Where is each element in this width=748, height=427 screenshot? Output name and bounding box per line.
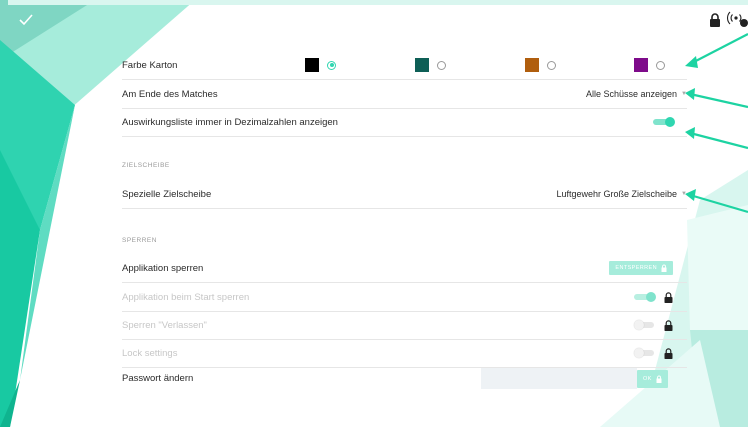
end-of-match-value: Alle Schüsse anzeigen <box>585 89 678 99</box>
lock-exit-toggle[interactable] <box>634 320 656 330</box>
lock-app-row: Applikation sperren ENTSPERREN <box>122 254 687 283</box>
lock-settings-row: Lock settings <box>122 339 687 368</box>
lock-section-title: SPERREN <box>122 237 157 244</box>
checkmark-icon[interactable] <box>19 14 33 26</box>
color-swatch <box>415 58 429 72</box>
end-of-match-row[interactable]: Am Ende des Matches Alle Schüsse anzeige… <box>122 80 687 109</box>
color-radio[interactable] <box>437 60 446 70</box>
color-option-teal[interactable] <box>415 58 446 72</box>
lock-on-start-toggle[interactable] <box>634 292 656 302</box>
color-swatch <box>525 58 539 72</box>
color-radio[interactable] <box>547 60 556 70</box>
special-target-row[interactable]: Spezielle Zielscheibe Luftgewehr Große Z… <box>122 180 687 209</box>
ok-button-label: OK <box>643 375 652 382</box>
end-of-match-dropdown[interactable]: Alle Schüsse anzeigen ▼ <box>586 80 687 108</box>
lock-exit-label: Sperren "Verlassen" <box>122 319 207 331</box>
target-section-title: ZIELSCHEIBE <box>122 162 170 169</box>
lock-icon <box>664 319 673 331</box>
special-target-label: Spezielle Zielscheibe <box>122 188 212 200</box>
special-target-value: Luftgewehr Große Zielscheibe <box>556 189 678 199</box>
password-input[interactable] <box>481 368 637 389</box>
color-swatch <box>634 58 648 72</box>
password-label: Passwort ändern <box>122 373 194 384</box>
color-option-black[interactable] <box>305 58 336 72</box>
unlock-button-label: ENTSPERREN <box>615 265 657 271</box>
lock-icon <box>664 347 673 359</box>
lock-on-start-label: Applikation beim Start sperren <box>122 291 250 303</box>
lock-app-label: Applikation sperren <box>122 262 204 274</box>
lock-settings-toggle[interactable] <box>634 348 656 358</box>
lock-icon <box>664 291 673 303</box>
color-setting-row: Farbe Karton <box>122 51 687 80</box>
end-of-match-label: Am Ende des Matches <box>122 88 218 100</box>
color-setting-label: Farbe Karton <box>122 59 178 71</box>
decimal-row: Auswirkungsliste immer in Dezimalzahlen … <box>122 108 687 137</box>
ok-button[interactable]: OK <box>637 369 668 388</box>
color-swatch <box>305 58 319 72</box>
annotation-arrows <box>685 33 748 214</box>
decimal-toggle[interactable] <box>653 117 675 127</box>
color-option-orange[interactable] <box>525 58 556 72</box>
chevron-down-icon: ▼ <box>681 91 687 97</box>
special-target-dropdown[interactable]: Luftgewehr Große Zielscheibe ▼ <box>556 180 687 208</box>
color-radio[interactable] <box>327 60 336 70</box>
lock-exit-row: Sperren "Verlassen" <box>122 311 687 340</box>
lock-icon <box>656 375 662 383</box>
lock-on-start-row: Applikation beim Start sperren <box>122 283 687 312</box>
chevron-down-icon: ▼ <box>681 191 687 197</box>
color-option-purple[interactable] <box>634 58 665 72</box>
color-radio[interactable] <box>656 60 665 70</box>
settings-panel: Farbe Karton Am Ende des Matches Alle Sc… <box>122 0 687 427</box>
lock-icon <box>661 264 667 272</box>
unlock-button[interactable]: ENTSPERREN <box>609 261 673 275</box>
decimal-label: Auswirkungsliste immer in Dezimalzahlen … <box>122 116 338 128</box>
lock-settings-label: Lock settings <box>122 347 178 359</box>
